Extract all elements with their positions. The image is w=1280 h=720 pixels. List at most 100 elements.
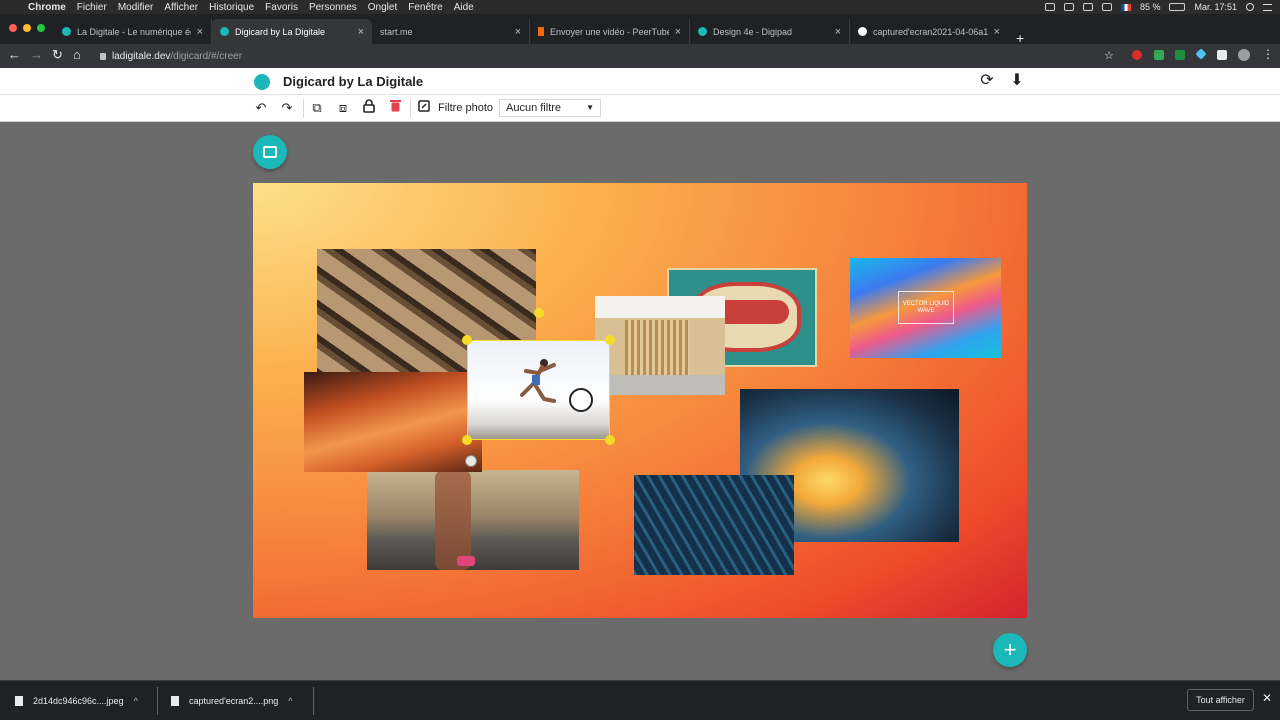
menu-app[interactable]: Chrome bbox=[28, 2, 66, 13]
tab-digicard[interactable]: Digicard by La Digitale × bbox=[212, 19, 372, 44]
status-icon[interactable] bbox=[1063, 3, 1074, 11]
file-icon bbox=[171, 696, 179, 706]
photo-vector-waves[interactable]: VECTOR LIQUID WAVE bbox=[850, 258, 1001, 358]
bring-front-icon[interactable]: ⧉ bbox=[308, 99, 326, 117]
extension-icon[interactable] bbox=[1154, 50, 1164, 60]
trash-svg bbox=[389, 100, 401, 112]
refresh-icon[interactable]: ⟳ bbox=[977, 71, 997, 91]
download-item[interactable]: captured'ecran2....png ^ bbox=[171, 689, 293, 713]
app-header: Digicard by La Digitale ⟳ ⬇ bbox=[0, 68, 1280, 95]
tab-title: Digicard by La Digitale bbox=[235, 26, 326, 37]
menu-afficher[interactable]: Afficher bbox=[164, 2, 198, 13]
back-icon[interactable]: ← bbox=[8, 47, 21, 62]
status-icon[interactable] bbox=[1082, 3, 1093, 11]
menu-modifier[interactable]: Modifier bbox=[118, 2, 154, 13]
menu-fichier[interactable]: Fichier bbox=[77, 2, 107, 13]
mac-menubar: Chrome Fichier Modifier Afficher Histori… bbox=[0, 0, 1280, 14]
tab-start-me[interactable]: start.me × bbox=[372, 19, 530, 44]
profile-avatar[interactable] bbox=[1238, 49, 1250, 61]
undo-icon[interactable]: ↶ bbox=[252, 99, 270, 117]
runner-shoe bbox=[457, 556, 475, 566]
show-all-button[interactable]: Tout afficher bbox=[1187, 689, 1254, 711]
battery-icon[interactable] bbox=[1169, 3, 1186, 11]
divider bbox=[410, 99, 411, 118]
close-tab-icon[interactable]: × bbox=[994, 26, 1000, 38]
filter-svg bbox=[418, 100, 430, 112]
delete-icon[interactable] bbox=[386, 99, 404, 117]
add-element-button[interactable]: + bbox=[993, 633, 1027, 667]
download-item[interactable]: 2d14dc946c96c....jpeg ^ bbox=[15, 689, 138, 713]
image-icon bbox=[263, 146, 277, 158]
app-title: Digicard by La Digitale bbox=[283, 74, 424, 89]
photo-runner-road[interactable] bbox=[367, 470, 579, 570]
close-tab-icon[interactable]: × bbox=[358, 26, 364, 38]
url-field[interactable]: ladigitale.dev/digicard/#/creer bbox=[100, 47, 242, 65]
close-tab-icon[interactable]: × bbox=[197, 26, 203, 38]
menu-onglet[interactable]: Onglet bbox=[368, 2, 397, 13]
filter-label: Filtre photo bbox=[438, 102, 494, 114]
extension-icon[interactable] bbox=[1175, 50, 1185, 60]
resize-handle[interactable] bbox=[534, 308, 544, 318]
wifi-icon[interactable] bbox=[1101, 3, 1112, 11]
close-tab-icon[interactable]: × bbox=[835, 26, 841, 38]
list-icon[interactable] bbox=[1263, 3, 1272, 11]
resize-handle[interactable] bbox=[462, 435, 472, 445]
tab-digipad[interactable]: Design 4e - Digipad × bbox=[690, 19, 850, 44]
more-menu-icon[interactable]: ⋮ bbox=[1262, 47, 1274, 61]
menu-aide[interactable]: Aide bbox=[454, 2, 474, 13]
close-window-button[interactable] bbox=[9, 24, 17, 32]
resize-corner-icon[interactable] bbox=[465, 455, 477, 467]
lock-icon bbox=[100, 52, 106, 60]
rotate-handle[interactable] bbox=[569, 388, 593, 412]
close-tab-icon[interactable]: × bbox=[675, 26, 681, 38]
photo-wood-interior[interactable] bbox=[595, 296, 725, 395]
flag-icon[interactable] bbox=[1120, 3, 1131, 11]
resize-handle[interactable] bbox=[605, 335, 615, 345]
status-icon[interactable] bbox=[1044, 3, 1055, 11]
resize-handle[interactable] bbox=[605, 435, 615, 445]
menu-personnes[interactable]: Personnes bbox=[309, 2, 357, 13]
close-tab-icon[interactable]: × bbox=[515, 26, 521, 38]
clock[interactable]: Mar. 17:51 bbox=[1194, 2, 1237, 12]
background-image-button[interactable] bbox=[253, 135, 287, 169]
menu-favoris[interactable]: Favoris bbox=[265, 2, 298, 13]
lock-icon[interactable] bbox=[360, 99, 378, 117]
extension-icon[interactable] bbox=[1132, 50, 1142, 60]
address-bar: ← → ↻ ⌂ ladigitale.dev/digicard/#/creer … bbox=[0, 44, 1280, 68]
menu-fenetre[interactable]: Fenêtre bbox=[408, 2, 442, 13]
minimize-window-button[interactable] bbox=[23, 24, 31, 32]
bookmark-star-icon[interactable]: ☆ bbox=[1104, 49, 1114, 62]
send-back-icon[interactable]: ⧈ bbox=[334, 99, 352, 117]
download-icon[interactable]: ⬇ bbox=[1007, 71, 1027, 91]
photo-filter-icon[interactable] bbox=[415, 99, 433, 117]
extension-icon[interactable] bbox=[1195, 48, 1207, 60]
favicon-icon bbox=[62, 27, 71, 36]
forward-icon[interactable]: → bbox=[30, 47, 43, 62]
search-icon[interactable] bbox=[1246, 3, 1254, 11]
tab-peertube[interactable]: Envoyer une vidéo - PeerTube × bbox=[530, 19, 690, 44]
photo-sprinter[interactable] bbox=[467, 340, 610, 440]
photo-blue-mesh[interactable] bbox=[634, 475, 794, 575]
download-bar: 2d14dc946c96c....jpeg ^ captured'ecran2.… bbox=[0, 680, 1280, 720]
filter-select[interactable]: Aucun filtre ▼ bbox=[499, 99, 601, 117]
battery-percent[interactable]: 85 % bbox=[1140, 2, 1161, 12]
chevron-up-icon[interactable]: ^ bbox=[134, 696, 138, 706]
divider bbox=[313, 687, 314, 715]
status-area: 85 % Mar. 17:51 bbox=[1044, 0, 1272, 14]
resize-handle[interactable] bbox=[462, 335, 472, 345]
menu-historique[interactable]: Historique bbox=[209, 2, 254, 13]
redo-icon[interactable]: ↷ bbox=[278, 99, 296, 117]
zoom-window-button[interactable] bbox=[37, 24, 45, 32]
puzzle-icon[interactable] bbox=[1217, 50, 1227, 60]
reload-icon[interactable]: ↻ bbox=[52, 47, 63, 63]
photo-orange-canyon[interactable] bbox=[304, 372, 482, 472]
chevron-down-icon: ▼ bbox=[586, 103, 594, 112]
home-icon[interactable]: ⌂ bbox=[73, 47, 81, 62]
app-logo bbox=[254, 74, 270, 90]
card-canvas[interactable]: VECTOR LIQUID WAVE bbox=[253, 183, 1027, 618]
close-icon[interactable]: ✕ bbox=[1262, 691, 1272, 705]
tab-la-digitale[interactable]: La Digitale - Le numérique éduc × bbox=[54, 19, 212, 44]
tab-capture[interactable]: captured'ecran2021-04-06a1f × bbox=[850, 19, 1008, 44]
chevron-up-icon[interactable]: ^ bbox=[288, 696, 292, 706]
globe-icon bbox=[858, 27, 867, 36]
